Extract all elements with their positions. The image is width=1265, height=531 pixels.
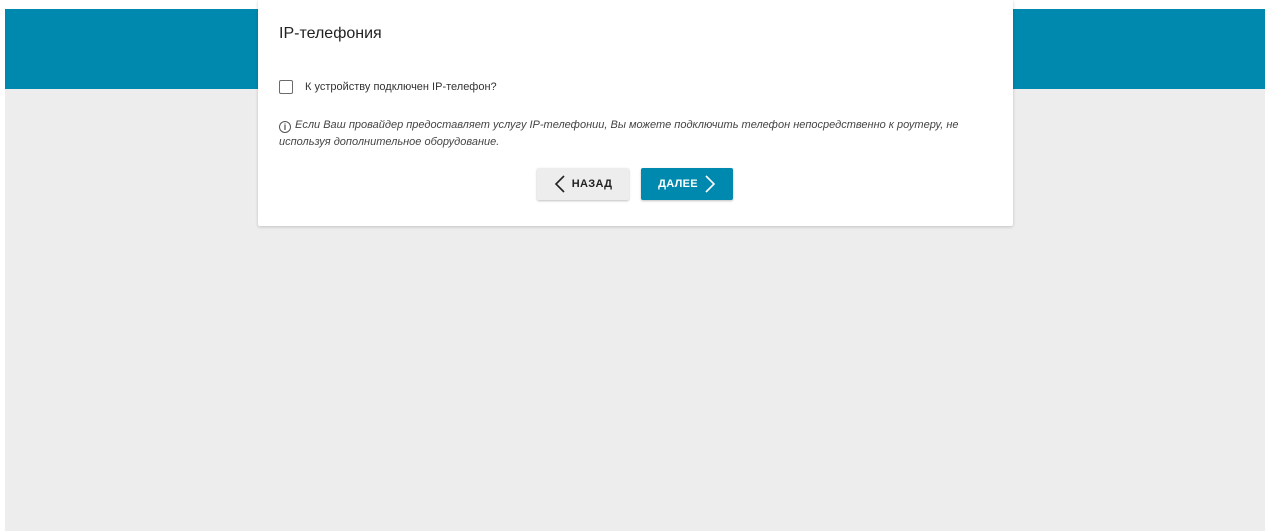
chevron-right-icon [705, 175, 716, 193]
wizard-card: IP-телефония К устройству подключен IP-т… [258, 0, 1013, 226]
ip-phone-checkbox-label[interactable]: К устройству подключен IP-телефон? [305, 81, 497, 93]
card-title: IP-телефония [279, 25, 382, 42]
ip-phone-checkbox-row[interactable]: К устройству подключен IP-телефон? [279, 80, 497, 94]
next-button[interactable]: ДАЛЕЕ [641, 168, 733, 200]
next-button-label: ДАЛЕЕ [658, 178, 698, 190]
page: IP-телефония К устройству подключен IP-т… [0, 0, 1265, 531]
info-hint: i Если Ваш провайдер предоставляет услугу… [279, 117, 991, 151]
back-button[interactable]: НАЗАД [537, 168, 629, 200]
back-button-label: НАЗАД [571, 178, 613, 190]
info-hint-text: Если Ваш провайдер предоставляет услугу … [279, 119, 959, 148]
ip-phone-checkbox[interactable] [279, 80, 293, 94]
info-icon: i [279, 121, 291, 133]
chevron-left-icon [554, 175, 565, 193]
